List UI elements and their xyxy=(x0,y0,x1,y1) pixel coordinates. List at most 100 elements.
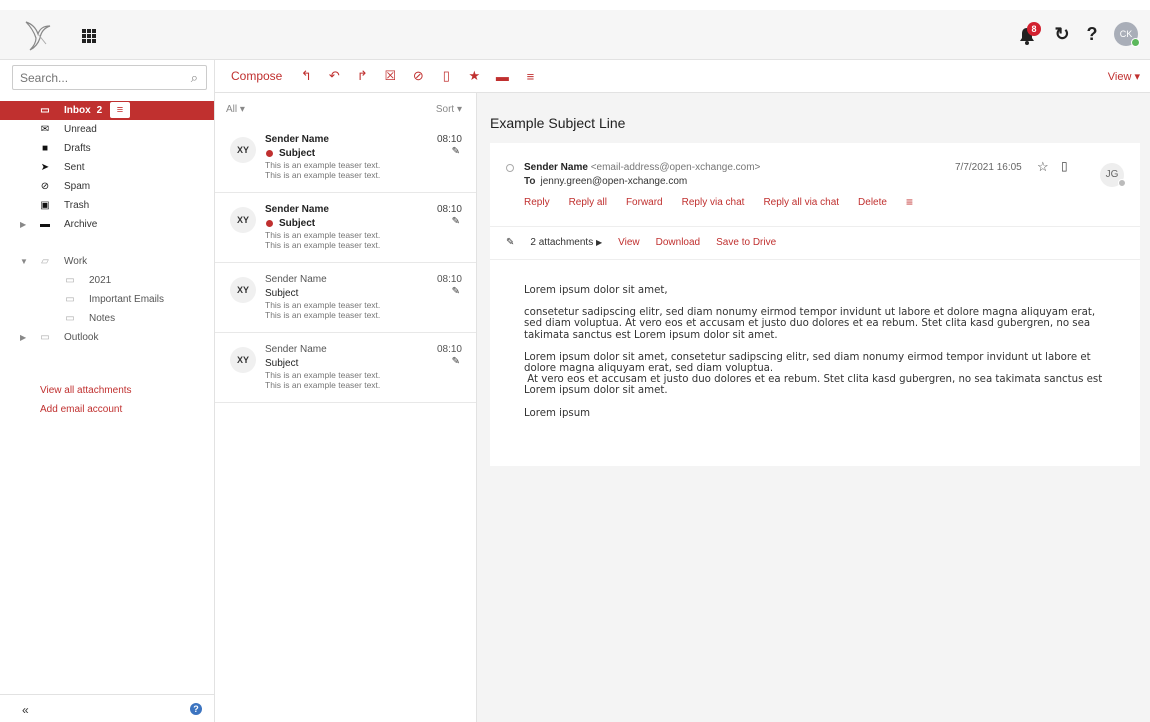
star-icon[interactable]: ☆ xyxy=(1037,159,1049,175)
collapse-sidebar-icon[interactable]: « xyxy=(22,703,29,717)
body-paragraph: Lorem ipsum dolor sit amet, xyxy=(524,285,668,296)
sender-name: Sender Name xyxy=(265,274,327,285)
compose-button[interactable]: Compose xyxy=(231,69,282,83)
folder-2021[interactable]: ▭ 2021 xyxy=(0,271,214,290)
filter-label: All xyxy=(226,104,238,115)
save-to-drive-link[interactable]: Save to Drive xyxy=(716,237,776,248)
chevron-down-icon: ▾ xyxy=(1134,71,1140,83)
sender-address[interactable]: <email-address@open-xchange.com> xyxy=(591,162,761,173)
folder-unread[interactable]: ✉ Unread xyxy=(0,120,214,139)
folder-outlook[interactable]: ▶ ▭ Outlook xyxy=(0,328,214,347)
attachments-toggle[interactable]: 2 attachments ▶ xyxy=(530,237,602,248)
star-icon[interactable]: ★ xyxy=(460,68,488,84)
help-icon[interactable]: ? xyxy=(1084,22,1100,46)
view-attachments-link[interactable]: View xyxy=(618,237,640,248)
ban-icon: ⊘ xyxy=(40,181,50,192)
caret-down-icon[interactable]: ▼ xyxy=(20,257,28,266)
folder-archive[interactable]: ▶ ▬ Archive xyxy=(0,215,214,234)
sort-dropdown[interactable]: Sort ▾ xyxy=(436,104,462,115)
unread-dot-icon[interactable] xyxy=(266,220,273,227)
folder-menu-button[interactable]: ≡ xyxy=(110,102,130,118)
body-paragraph: Lorem ipsum dolor sit amet, consetetur s… xyxy=(524,351,1091,375)
contact-avatar[interactable]: JG xyxy=(1100,163,1126,187)
help-circle-icon[interactable]: ? xyxy=(190,703,202,715)
reply-all-button[interactable]: Reply all xyxy=(569,197,607,208)
reply-all-via-chat-button[interactable]: Reply all via chat xyxy=(763,197,839,208)
sender-name: Sender Name xyxy=(265,204,329,215)
mail-time: 08:10 xyxy=(436,274,462,285)
folder-icon: ▭ xyxy=(65,294,75,305)
notification-badge: 8 xyxy=(1027,22,1041,36)
bookmark-icon[interactable]: ▯ xyxy=(432,68,460,84)
mail-list-item[interactable]: XY Sender Name Subject This is an exampl… xyxy=(215,263,476,333)
chevron-down-icon: ▾ xyxy=(239,104,245,115)
list-header: All ▾ Sort ▾ xyxy=(215,93,476,123)
folder-trash[interactable]: ▣ Trash xyxy=(0,196,214,215)
paperclip-icon: ✎ xyxy=(451,146,460,157)
folder-important-emails[interactable]: ▭ Important Emails xyxy=(0,290,214,309)
notifications-button[interactable]: 8 xyxy=(1018,22,1041,46)
reply-button[interactable]: Reply xyxy=(524,197,550,208)
bookmark-icon[interactable]: ▯ xyxy=(1061,159,1068,173)
sender-name: Sender Name xyxy=(265,134,329,145)
reply-all-icon[interactable]: ↶ xyxy=(320,68,348,84)
folder-notes[interactable]: ▭ Notes xyxy=(0,309,214,328)
forward-button[interactable]: Forward xyxy=(626,197,663,208)
paper-plane-icon: ➤ xyxy=(40,162,50,173)
bird-logo-icon[interactable] xyxy=(24,14,52,54)
folder-work[interactable]: ▼ ▱ Work xyxy=(0,252,214,271)
teaser-line: This is an example teaser text. xyxy=(265,170,381,180)
delete-button[interactable]: Delete xyxy=(858,197,887,208)
caret-right-icon: ▶ xyxy=(595,238,603,247)
sender-avatar: XY xyxy=(230,137,256,163)
paperclip-icon: ✎ xyxy=(451,356,460,367)
sidebar-links: View all attachments Add email account xyxy=(40,381,132,419)
app-launcher-icon[interactable] xyxy=(82,29,96,43)
view-all-attachments-link[interactable]: View all attachments xyxy=(40,381,132,400)
archive-icon[interactable]: ▬ xyxy=(488,69,516,84)
sender-name[interactable]: Sender Name xyxy=(524,162,588,173)
folder-label: Important Emails xyxy=(89,294,165,305)
recipient-address[interactable]: jenny.green@open-xchange.com xyxy=(540,176,687,187)
unread-dot-icon[interactable] xyxy=(266,150,273,157)
teaser-line: This is an example teaser text. xyxy=(265,160,381,170)
download-attachments-link[interactable]: Download xyxy=(656,237,700,248)
filter-dropdown[interactable]: All ▾ xyxy=(226,104,245,115)
from-line: Sender Name <email-address@open-xchange.… xyxy=(524,162,760,173)
delete-icon[interactable]: ☒ xyxy=(376,68,404,84)
reply-icon[interactable]: ↰ xyxy=(292,68,320,84)
trash-icon: ▣ xyxy=(40,200,50,211)
search-icon[interactable]: ⌕ xyxy=(191,70,198,86)
more-menu-icon[interactable]: ≡ xyxy=(516,69,544,84)
more-actions-icon[interactable]: ≡ xyxy=(906,196,913,208)
read-status-toggle[interactable] xyxy=(506,164,514,172)
folder-spam[interactable]: ⊘ Spam xyxy=(0,177,214,196)
caret-right-icon[interactable]: ▶ xyxy=(20,333,26,342)
mail-list-item[interactable]: XY Sender Name Subject This is an exampl… xyxy=(215,193,476,263)
teaser-line: This is an example teaser text. xyxy=(265,230,381,240)
mail-time: 08:10 xyxy=(436,204,462,215)
body-paragraph: consetetur sadipscing elitr, sed diam no… xyxy=(524,307,1096,341)
to-label: To xyxy=(524,176,536,187)
folder-label: 2021 xyxy=(89,275,112,286)
mail-list-item[interactable]: XY Sender Name Subject This is an exampl… xyxy=(215,333,476,403)
avatar-initials: CK xyxy=(1119,29,1133,39)
envelope-icon: ✉ xyxy=(40,124,50,135)
spam-ban-icon[interactable]: ⊘ xyxy=(404,68,432,84)
mail-time: 08:10 xyxy=(436,344,462,355)
forward-icon[interactable]: ↱ xyxy=(348,68,376,84)
folder-sent[interactable]: ➤ Sent xyxy=(0,158,214,177)
user-avatar[interactable]: CK xyxy=(1114,22,1140,47)
reply-via-chat-button[interactable]: Reply via chat xyxy=(682,197,745,208)
view-dropdown[interactable]: View ▾ xyxy=(1108,70,1140,83)
folder-drafts[interactable]: ■ Drafts xyxy=(0,139,214,158)
presence-dot xyxy=(1118,179,1126,187)
folder-label: Outlook xyxy=(64,332,99,343)
refresh-icon[interactable]: ↻ xyxy=(1054,22,1070,46)
add-email-account-link[interactable]: Add email account xyxy=(40,400,132,419)
presence-dot xyxy=(1131,38,1140,47)
mail-list-item[interactable]: XY Sender Name Subject This is an exampl… xyxy=(215,123,476,193)
folder-inbox[interactable]: ▭ Inbox 2 ≡ xyxy=(0,101,214,120)
search-input[interactable] xyxy=(13,66,173,89)
caret-right-icon[interactable]: ▶ xyxy=(20,220,26,229)
